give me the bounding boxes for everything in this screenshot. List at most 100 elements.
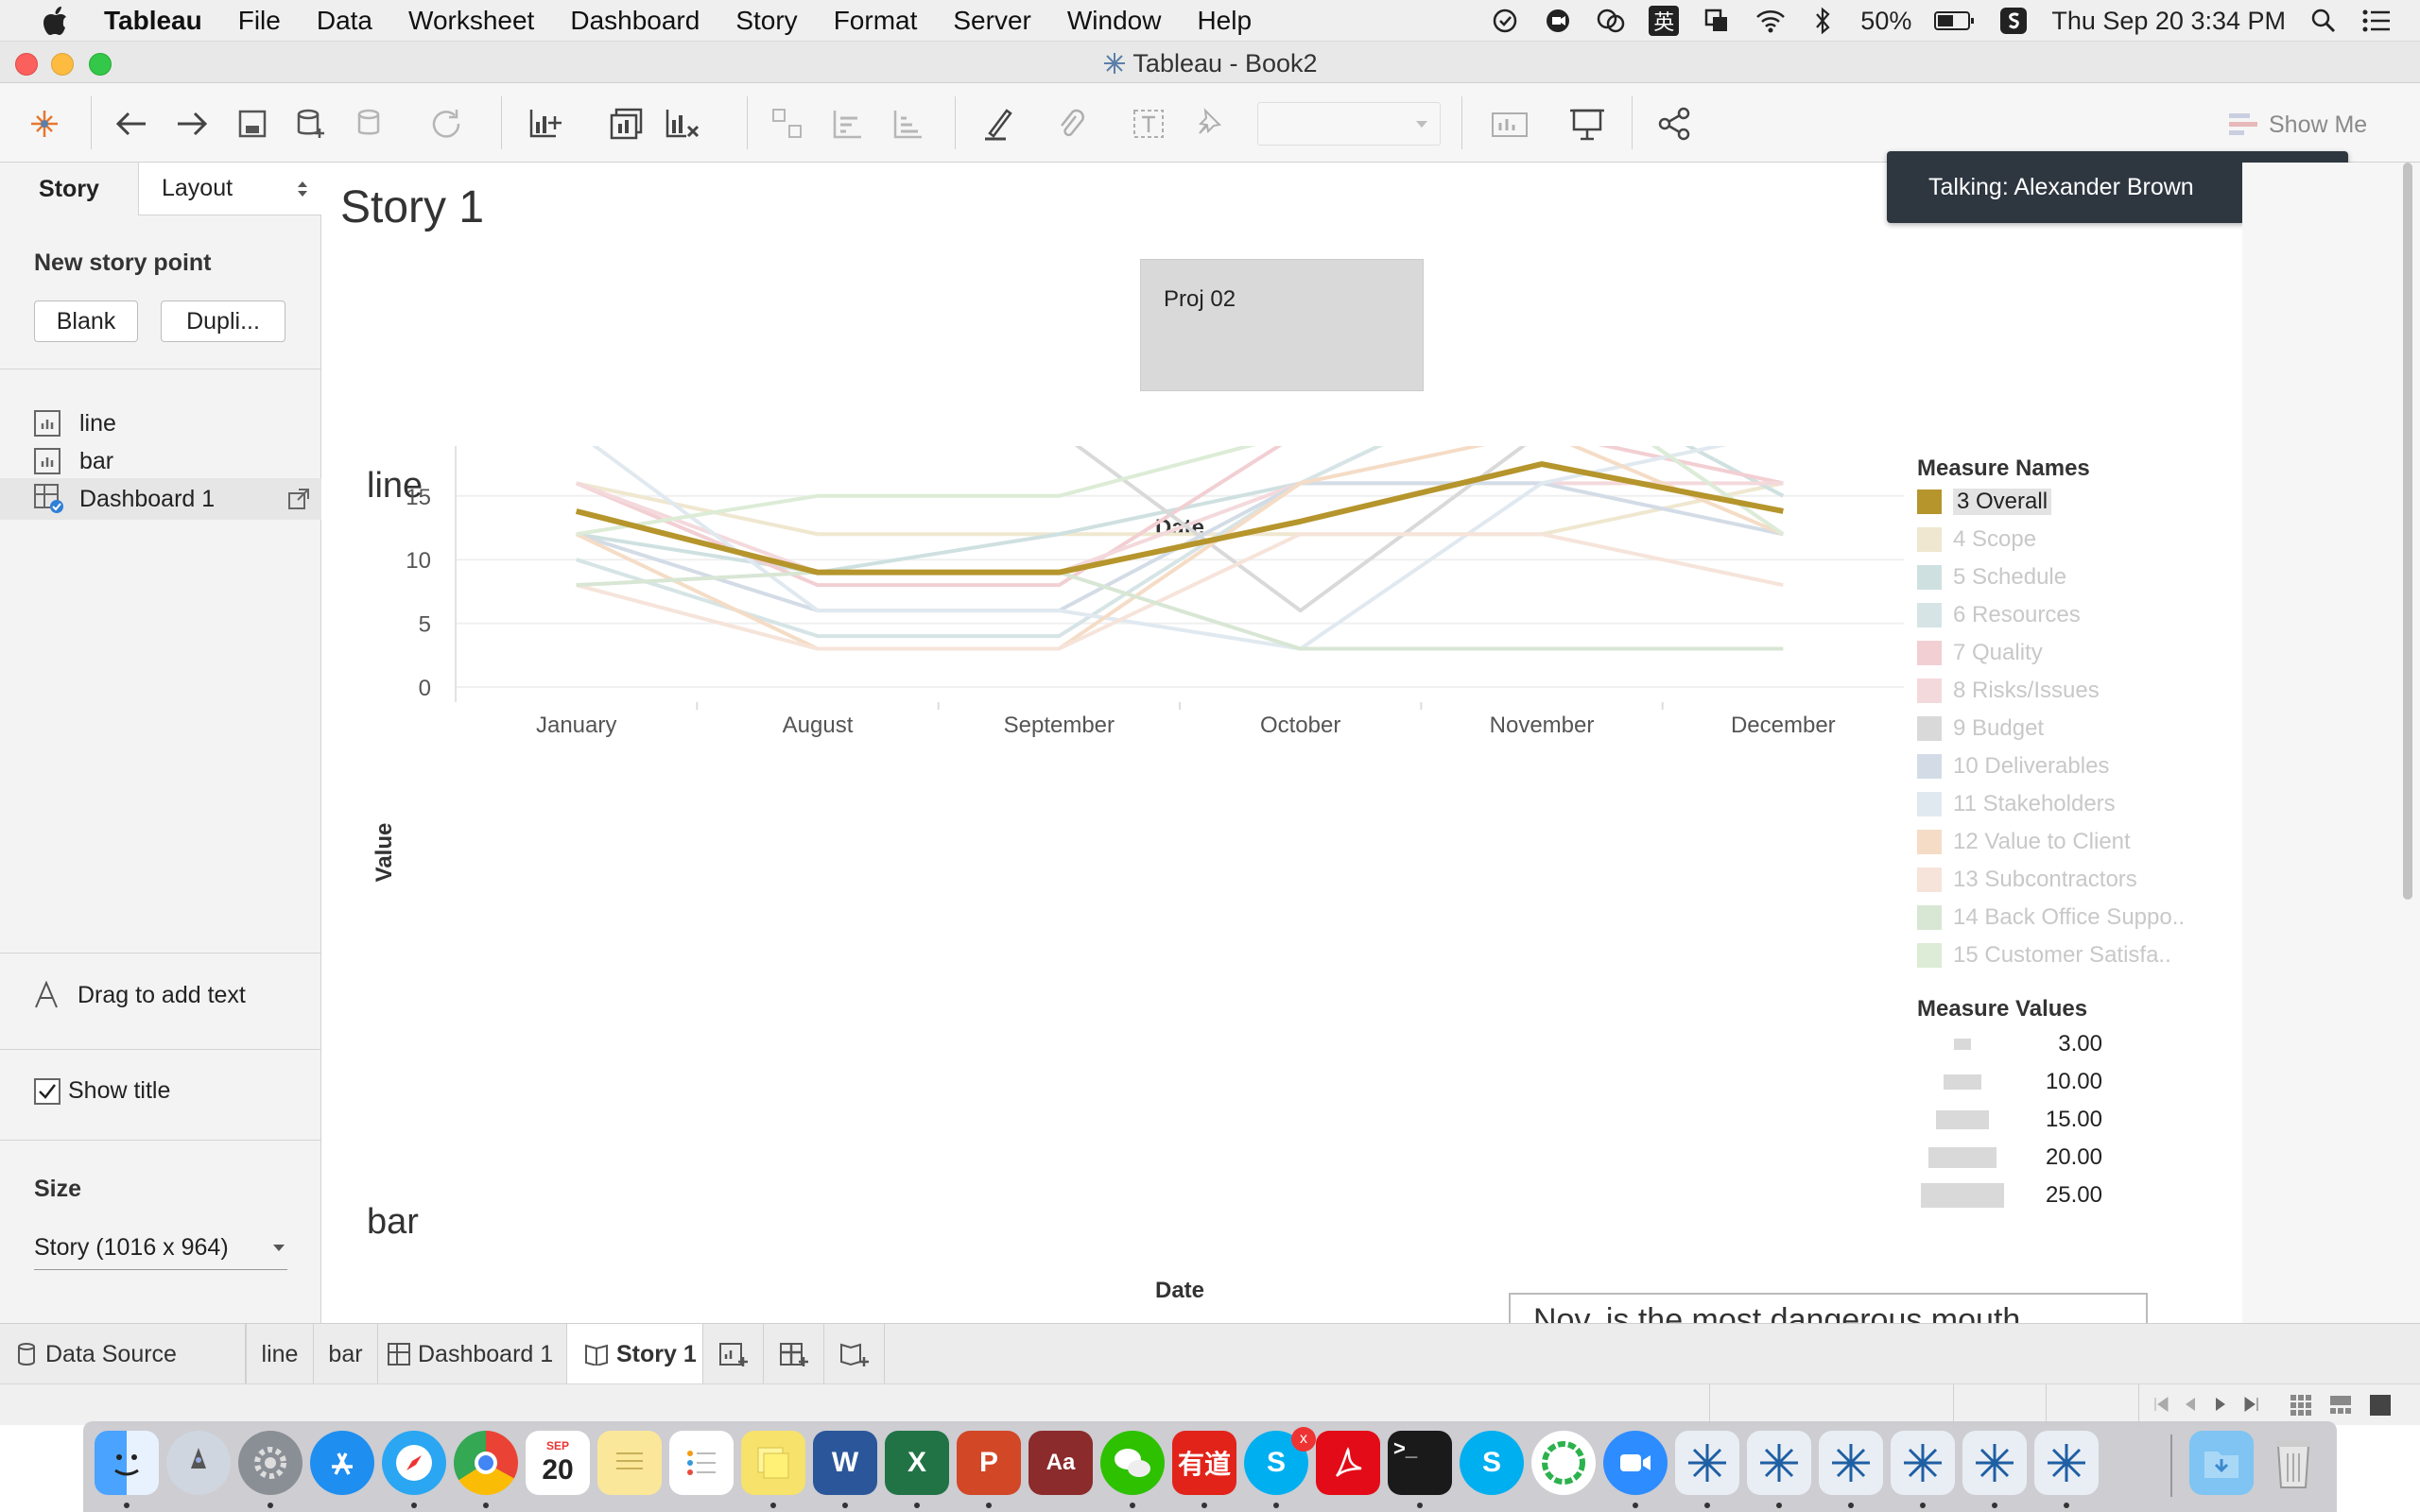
tableau-icon[interactable] <box>1962 1431 2027 1495</box>
notes-icon[interactable] <box>597 1431 662 1495</box>
show-title-checkbox[interactable]: Show title <box>34 1077 170 1105</box>
menu-file[interactable]: File <box>238 6 281 36</box>
app-store-icon[interactable] <box>310 1431 374 1495</box>
legend-item[interactable]: 7 Quality <box>1917 637 2043 669</box>
tab-story[interactable]: Story <box>0 163 138 215</box>
tab-dashboard-1[interactable]: Dashboard 1 <box>378 1324 567 1384</box>
show-sheet-sorter-icon[interactable] <box>2290 1394 2312 1421</box>
presentation-mode-icon[interactable] <box>1565 102 1609 146</box>
wifi-icon[interactable] <box>1754 6 1786 36</box>
duplicate-story-point-button[interactable]: Dupli... <box>161 301 285 342</box>
sort-descending-icon[interactable] <box>887 102 930 146</box>
new-worksheet-icon[interactable] <box>526 102 569 146</box>
calendar-icon[interactable]: SEP 20 <box>526 1431 590 1495</box>
legend-item[interactable]: 14 Back Office Suppo.. <box>1917 902 2185 934</box>
tasks-check-icon[interactable] <box>1490 6 1520 36</box>
sheet-item-line[interactable]: line <box>34 406 116 440</box>
new-story-tab-icon[interactable] <box>824 1324 885 1384</box>
show-me-button[interactable]: Show Me <box>2227 108 2367 142</box>
story-point-proj-02[interactable]: Proj 02 <box>1140 259 1424 391</box>
last-sheet-icon[interactable] <box>2244 1396 2259 1418</box>
go-to-sheet-icon[interactable] <box>287 488 310 510</box>
tableau-icon[interactable] <box>1747 1431 1811 1495</box>
menu-format[interactable]: Format <box>834 6 918 36</box>
blank-story-point-button[interactable]: Blank <box>34 301 138 342</box>
legend-item[interactable]: 6 Resources <box>1917 599 2081 631</box>
swap-rows-columns-icon[interactable] <box>766 102 809 146</box>
sheet-item-bar[interactable]: bar <box>34 444 113 478</box>
terminal-icon[interactable]: >_ <box>1388 1431 1452 1495</box>
chrome-icon[interactable] <box>454 1431 518 1495</box>
tableau-icon[interactable] <box>2034 1431 2099 1495</box>
refresh-icon[interactable] <box>425 102 469 146</box>
tab-story-1[interactable]: Story 1 <box>567 1324 703 1384</box>
screen-mirror-icon[interactable] <box>1702 6 1732 36</box>
fit-dropdown[interactable] <box>1257 102 1441 146</box>
dictionary-icon[interactable]: Aa <box>1028 1431 1093 1495</box>
finder-icon[interactable] <box>95 1431 159 1495</box>
tableau-icon[interactable] <box>1819 1431 1883 1495</box>
show-filmstrip-icon[interactable] <box>2329 1394 2352 1421</box>
reminders-icon[interactable] <box>669 1431 734 1495</box>
menu-worksheet[interactable]: Worksheet <box>408 6 534 36</box>
safari-icon[interactable] <box>382 1431 446 1495</box>
chat-bubbles-icon[interactable] <box>1596 6 1626 36</box>
previous-sheet-icon[interactable] <box>2184 1396 2197 1418</box>
skype-icon[interactable]: S <box>1460 1431 1524 1495</box>
share-icon[interactable] <box>1652 102 1696 146</box>
redo-icon[interactable] <box>170 102 214 146</box>
show-tabs-icon[interactable] <box>2369 1394 2392 1421</box>
app-s-icon[interactable] <box>1998 6 2029 36</box>
new-worksheet-tab-icon[interactable] <box>703 1324 764 1384</box>
trash-icon[interactable] <box>2261 1431 2325 1495</box>
legend-item[interactable]: 12 Value to Client <box>1917 826 2131 858</box>
spotlight-search-icon[interactable] <box>2308 6 2339 36</box>
group-paperclip-icon[interactable] <box>1049 102 1093 146</box>
menu-story[interactable]: Story <box>735 6 797 36</box>
apple-icon[interactable] <box>38 4 72 38</box>
system-preferences-icon[interactable] <box>238 1431 302 1495</box>
scrollbar-thumb[interactable] <box>2403 163 2412 900</box>
save-icon[interactable] <box>231 102 274 146</box>
size-dropdown[interactable]: Story (1016 x 964) <box>34 1227 287 1270</box>
battery-icon[interactable] <box>1934 6 1976 36</box>
stickies-icon[interactable] <box>741 1431 805 1495</box>
notification-center-icon[interactable] <box>2361 6 2392 36</box>
menu-dashboard[interactable]: Dashboard <box>570 6 700 36</box>
vertical-scrollbar[interactable] <box>2399 163 2416 1323</box>
tableau-logo-icon[interactable] <box>23 102 66 146</box>
legend-item[interactable]: 3 Overall <box>1917 486 2052 518</box>
downloads-folder-icon[interactable] <box>2189 1431 2254 1495</box>
legend-item[interactable]: 15 Customer Satisfa.. <box>1917 939 2171 971</box>
legend-item[interactable]: 9 Budget <box>1917 713 2044 745</box>
duplicate-sheet-icon[interactable] <box>605 102 648 146</box>
acrobat-icon[interactable] <box>1316 1431 1380 1495</box>
menu-app-tableau[interactable]: Tableau <box>104 6 202 36</box>
tab-layout[interactable]: Layout <box>138 163 321 215</box>
legend-item[interactable]: 13 Subcontractors <box>1917 864 2137 896</box>
menu-window[interactable]: Window <box>1067 6 1162 36</box>
series-line-14-back-office-suppo[interactable] <box>576 570 1784 651</box>
first-sheet-icon[interactable] <box>2153 1396 2169 1418</box>
new-data-source-icon[interactable] <box>289 102 333 146</box>
menu-server[interactable]: Server <box>953 6 1030 36</box>
youdao-icon[interactable]: 有道 <box>1172 1431 1236 1495</box>
sheet-item-dashboard-1[interactable]: Dashboard 1 <box>0 478 321 520</box>
show-labels-icon[interactable] <box>1127 102 1170 146</box>
word-icon[interactable]: W <box>813 1431 877 1495</box>
legend-item[interactable]: 5 Schedule <box>1917 561 2066 593</box>
tab-line[interactable]: line <box>246 1324 314 1384</box>
powerpoint-icon[interactable]: P <box>957 1431 1021 1495</box>
drag-to-add-text[interactable]: Drag to add text <box>34 981 246 1009</box>
menu-data[interactable]: Data <box>317 6 372 36</box>
clock[interactable]: Thu Sep 20 3:34 PM <box>2051 7 2286 36</box>
input-method-icon[interactable]: 英 <box>1649 6 1680 36</box>
bluetooth-icon[interactable] <box>1807 6 1838 36</box>
tab-bar[interactable]: bar <box>314 1324 378 1384</box>
highlight-icon[interactable] <box>977 102 1021 146</box>
clear-sheet-icon[interactable] <box>662 102 705 146</box>
annotation-box[interactable]: Nov. is the most dangerous mouth <box>1509 1293 2148 1325</box>
launchpad-icon[interactable] <box>166 1431 231 1495</box>
fix-axes-pin-icon[interactable] <box>1187 102 1231 146</box>
undo-icon[interactable] <box>110 102 153 146</box>
